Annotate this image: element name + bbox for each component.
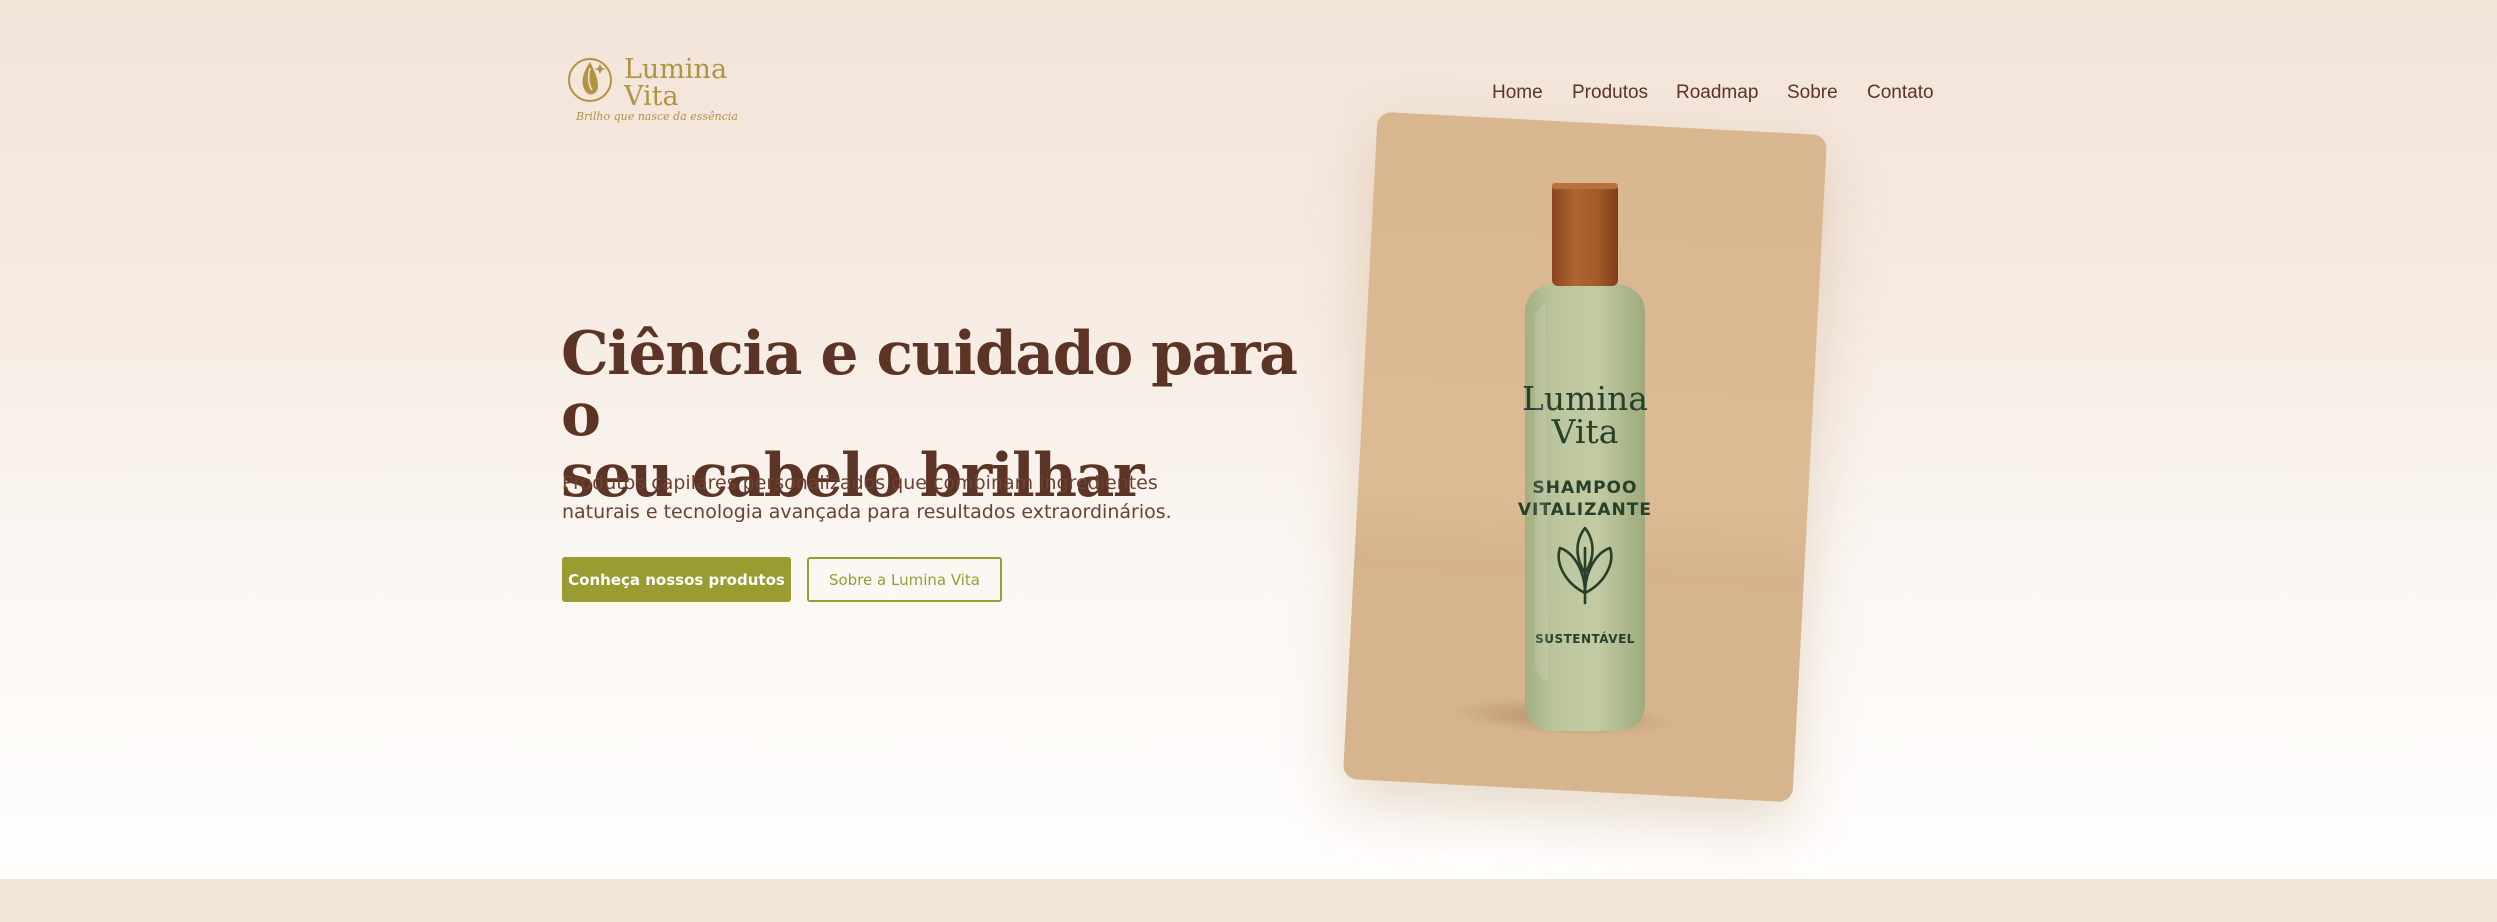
logo-name-line2: Vita: [624, 81, 679, 112]
brand-logo[interactable]: Lumina Vita Brilho que nasce da essência: [568, 52, 738, 128]
hero-section: Lumina Vita Brilho que nasce da essência…: [0, 0, 2497, 879]
products-cta-button[interactable]: Conheça nossos produtos: [562, 557, 791, 602]
headline-line1: Ciência e cuidado para o: [561, 319, 1298, 450]
hero-subtitle: Produtos capilares personalizados que co…: [562, 469, 1202, 527]
next-section-band: [0, 879, 2497, 922]
nav-item-sobre[interactable]: Sobre: [1787, 82, 1838, 104]
bottle-product-line1: SHAMPOO: [1533, 478, 1638, 498]
bottle-badge: SUSTENTÁVEL: [1535, 631, 1635, 646]
logo-tagline: Brilho que nasce da essência: [576, 110, 738, 123]
subtitle-line2: naturais e tecnologia avançada para resu…: [562, 501, 1172, 523]
nav-item-produtos[interactable]: Produtos: [1572, 82, 1648, 104]
nav-item-home[interactable]: Home: [1492, 82, 1543, 104]
nav-item-roadmap[interactable]: Roadmap: [1676, 82, 1758, 104]
logo-drop-icon: [568, 58, 612, 102]
product-photo: Lumina Vita SHAMPOO VITALIZANTE SUSTENTÁ…: [1342, 111, 1828, 803]
subtitle-line1: Produtos capilares personalizados que co…: [562, 472, 1158, 494]
logo-name-line1: Lumina: [624, 54, 728, 85]
about-cta-button[interactable]: Sobre a Lumina Vita: [807, 557, 1002, 602]
shampoo-bottle-illustration: Lumina Vita SHAMPOO VITALIZANTE SUSTENTÁ…: [1342, 183, 1804, 803]
bottle-brand-line2: Vita: [1551, 412, 1619, 451]
nav-item-contato[interactable]: Contato: [1867, 82, 1934, 104]
logo-wordmark: Lumina Vita: [624, 56, 727, 110]
